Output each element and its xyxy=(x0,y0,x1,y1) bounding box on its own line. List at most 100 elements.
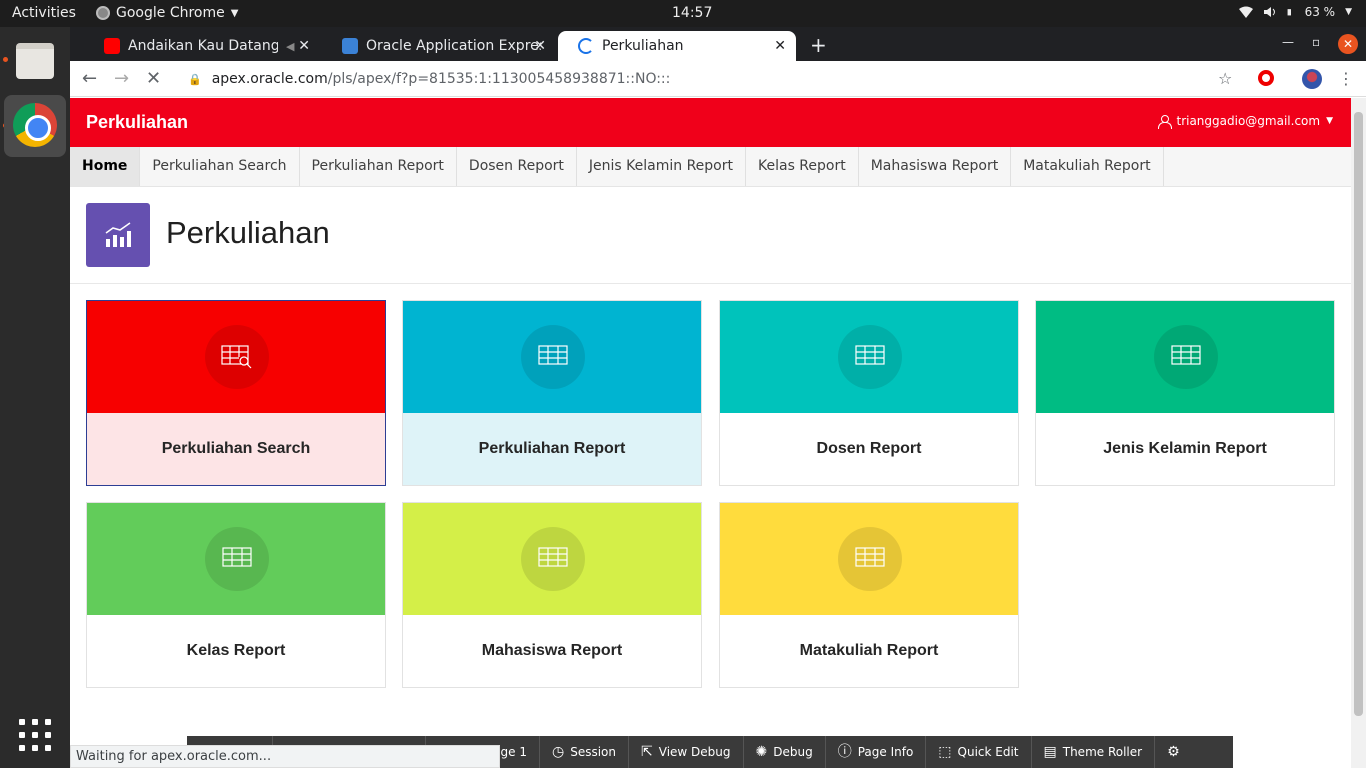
chevron-down-icon: ▼ xyxy=(1326,116,1333,126)
nav-tab-mahasiswa-report[interactable]: Mahasiswa Report xyxy=(859,147,1012,186)
app-brand[interactable]: Perkuliahan xyxy=(86,112,188,133)
app-header: Perkuliahan trianggadio@gmail.com ▼ xyxy=(70,98,1351,147)
devbar-settings-button[interactable]: ⚙ xyxy=(1155,736,1192,768)
files-app-icon[interactable] xyxy=(4,31,66,93)
card-label: Perkuliahan Search xyxy=(87,413,385,485)
profile-avatar[interactable] xyxy=(1302,69,1322,89)
devbar-theme-roller-label: Theme Roller xyxy=(1062,745,1143,759)
devbar-page-info-label: Page Info xyxy=(857,745,914,759)
system-tray[interactable]: 63 % ▼ xyxy=(1238,5,1352,19)
table-icon xyxy=(521,325,585,389)
page-scrollbar[interactable] xyxy=(1351,98,1366,768)
nav-tab-kelas-report[interactable]: Kelas Report xyxy=(746,147,859,186)
menu-icon[interactable]: ⋮ xyxy=(1338,69,1354,88)
tab-title: Perkuliahan xyxy=(602,38,684,54)
devbar-quick-edit-button[interactable]: ⬚ Quick Edit xyxy=(926,736,1032,768)
show-applications-icon[interactable] xyxy=(19,719,51,751)
close-tab-icon[interactable]: ✕ xyxy=(534,38,546,54)
card-matakuliah-report[interactable]: Matakuliah Report xyxy=(719,502,1019,688)
nav-tab-perkuliahan-report[interactable]: Perkuliahan Report xyxy=(300,147,457,186)
card-perkuliahan-search[interactable]: Perkuliahan Search xyxy=(86,300,386,486)
window-close-icon[interactable]: ✕ xyxy=(1338,34,1358,54)
devbar-page-info-button[interactable]: ⓘ Page Info xyxy=(826,736,927,768)
user-email: trianggadio@gmail.com xyxy=(1176,114,1321,128)
power-menu-icon: ▼ xyxy=(1345,7,1352,17)
card-label: Kelas Report xyxy=(186,642,286,659)
loading-spinner-icon xyxy=(578,38,594,54)
user-icon xyxy=(1158,114,1173,129)
app-menu[interactable]: Google Chrome ▼ xyxy=(96,5,238,21)
gear-icon: ⚙ xyxy=(1167,744,1180,760)
user-menu[interactable]: trianggadio@gmail.com ▼ xyxy=(1158,114,1333,129)
devbar-session-label: Session xyxy=(570,745,617,759)
volume-icon xyxy=(1263,7,1275,17)
nav-tab-matakuliah-report[interactable]: Matakuliah Report xyxy=(1011,147,1164,186)
card-perkuliahan-report[interactable]: Perkuliahan Report xyxy=(402,300,702,486)
url-host: apex.oracle.com xyxy=(211,71,328,87)
table-icon xyxy=(838,325,902,389)
nav-tab-dosen-report[interactable]: Dosen Report xyxy=(457,147,577,186)
card-label: Matakuliah Report xyxy=(799,642,939,659)
battery-icon xyxy=(1287,9,1291,16)
devbar-theme-roller-button[interactable]: ▤ Theme Roller xyxy=(1032,736,1156,768)
page-content: Perkuliahan trianggadio@gmail.com ▼ Home… xyxy=(70,98,1351,768)
card-label: Perkuliahan Report xyxy=(478,440,626,457)
app-nav: Home Perkuliahan Search Perkuliahan Repo… xyxy=(70,147,1351,187)
devbar-session-button[interactable]: ◷ Session xyxy=(540,736,630,768)
bookmark-star-icon[interactable]: ☆ xyxy=(1218,69,1232,88)
dock xyxy=(0,27,70,768)
new-tab-icon[interactable]: + xyxy=(810,33,827,57)
address-bar[interactable]: 🔒 apex.oracle.com/pls/apex/f?p=81535:1:1… xyxy=(172,65,1244,93)
table-icon xyxy=(521,527,585,591)
card-mahasiswa-report[interactable]: Mahasiswa Report xyxy=(402,502,702,688)
tab-oracle-apex[interactable]: Oracle Application Expres ✕ xyxy=(322,31,556,61)
clock-icon: ◷ xyxy=(552,744,565,760)
table-icon xyxy=(205,527,269,591)
clock[interactable]: 14:57 xyxy=(672,5,712,21)
forward-icon[interactable]: → xyxy=(114,68,129,89)
view-debug-icon: ⇱ xyxy=(641,744,653,760)
extension-icon[interactable] xyxy=(1258,70,1274,86)
paint-roller-icon: ▤ xyxy=(1043,744,1057,760)
app-menu-label: Google Chrome xyxy=(116,5,225,21)
page-title: Perkuliahan xyxy=(166,215,330,250)
lock-icon: 🔒 xyxy=(188,72,202,86)
maximize-icon[interactable]: ▫ xyxy=(1312,35,1320,49)
browser-toolbar: ← → ✕ 🔒 apex.oracle.com/pls/apex/f?p=815… xyxy=(70,61,1366,97)
card-kelas-report[interactable]: Kelas Report xyxy=(86,502,386,688)
stop-loading-icon[interactable]: ✕ xyxy=(146,68,161,89)
close-tab-icon[interactable]: ✕ xyxy=(298,38,310,54)
bug-icon: ✺ xyxy=(755,744,768,760)
activities-button[interactable]: Activities xyxy=(12,5,76,21)
tab-perkuliahan[interactable]: Perkuliahan ✕ xyxy=(558,31,796,61)
tab-title: Oracle Application Expres xyxy=(366,38,541,54)
nav-tab-perkuliahan-search[interactable]: Perkuliahan Search xyxy=(140,147,300,186)
scrollbar-thumb[interactable] xyxy=(1354,112,1363,716)
devbar-quick-edit-label: Quick Edit xyxy=(957,745,1019,759)
tab-strip: Andaikan Kau Datang ◀ ✕ Oracle Applicati… xyxy=(70,27,1366,61)
table-icon xyxy=(838,527,902,591)
chrome-app-icon[interactable] xyxy=(4,95,66,157)
info-icon: ⓘ xyxy=(837,744,852,760)
audio-icon: ◀ xyxy=(286,39,295,53)
minimize-icon[interactable]: — xyxy=(1282,35,1294,49)
close-tab-icon[interactable]: ✕ xyxy=(774,38,786,54)
battery-percent: 63 % xyxy=(1304,5,1336,19)
nav-tab-home[interactable]: Home xyxy=(70,147,141,186)
back-icon[interactable]: ← xyxy=(82,68,97,89)
nav-tab-jenis-kelamin-report[interactable]: Jenis Kelamin Report xyxy=(577,147,746,186)
tab-title: Andaikan Kau Datang xyxy=(128,38,278,54)
devbar-view-debug-button[interactable]: ⇱ View Debug xyxy=(629,736,744,768)
page-hero: Perkuliahan xyxy=(70,187,1351,284)
system-top-bar: Activities Google Chrome ▼ 14:57 63 % ▼ xyxy=(0,0,1366,27)
caret-down-icon: ▼ xyxy=(230,7,239,19)
chrome-mini-icon xyxy=(96,6,110,20)
card-label: Mahasiswa Report xyxy=(481,642,623,659)
card-label: Dosen Report xyxy=(816,440,922,457)
card-jenis-kelamin-report[interactable]: Jenis Kelamin Report xyxy=(1035,300,1335,486)
tab-youtube[interactable]: Andaikan Kau Datang ◀ ✕ xyxy=(84,31,320,61)
card-dosen-report[interactable]: Dosen Report xyxy=(719,300,1019,486)
apex-icon xyxy=(342,38,358,54)
table-search-icon xyxy=(205,325,269,389)
devbar-debug-button[interactable]: ✺ Debug xyxy=(744,736,826,768)
